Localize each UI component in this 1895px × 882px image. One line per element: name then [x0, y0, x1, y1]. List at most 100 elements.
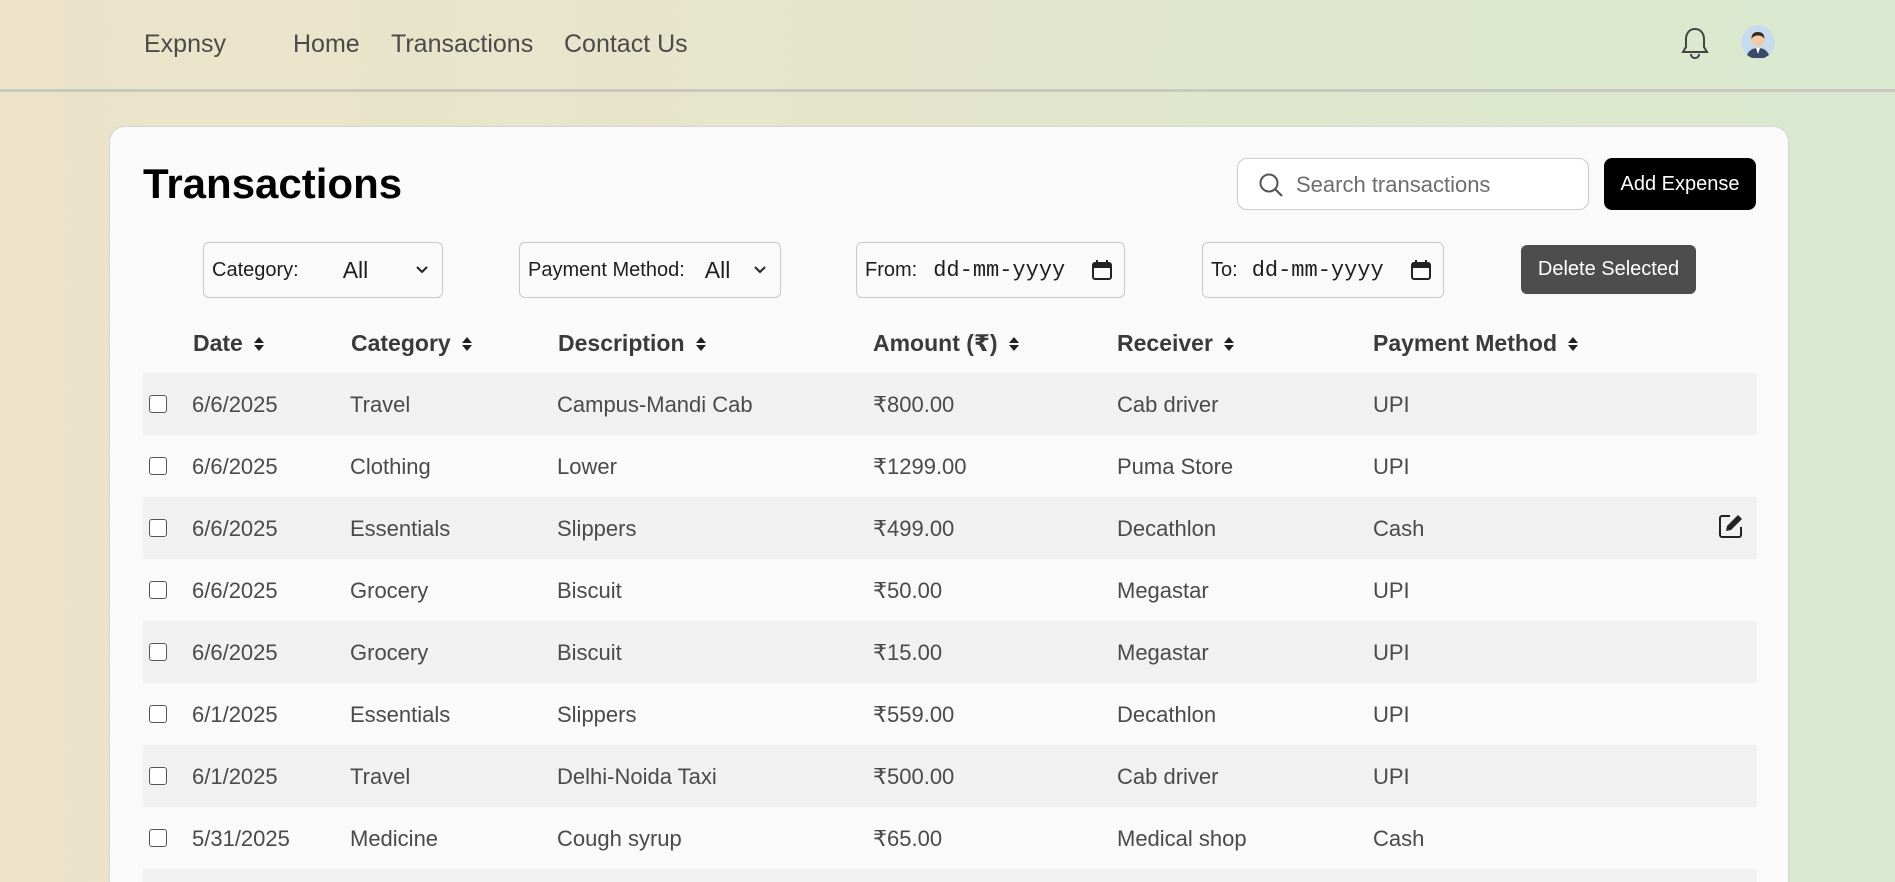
search-box[interactable] [1237, 158, 1589, 210]
column-header-payment-method[interactable]: Payment Method [1373, 330, 1579, 357]
transactions-card: Transactions Add Expense Category: All P… [109, 126, 1789, 882]
cell-date: 6/1/2025 [192, 764, 278, 789]
cell-category: Grocery [350, 578, 429, 603]
cell-payment-method: UPI [1373, 578, 1410, 603]
payment-filter-value: All [704, 256, 731, 283]
cell-payment-method: UPI [1373, 392, 1410, 417]
column-header-receiver-label: Receiver [1117, 330, 1213, 356]
cell-date: 6/6/2025 [192, 392, 278, 417]
cell-description: Lower [557, 454, 617, 479]
nav-link-home[interactable]: Home [293, 30, 360, 59]
column-header-receiver[interactable]: Receiver [1117, 330, 1235, 357]
cell-category: Medicine [350, 826, 439, 851]
cell-payment-method: UPI [1373, 702, 1410, 727]
row-checkbox[interactable] [149, 643, 167, 661]
table-row[interactable] [143, 869, 1757, 882]
from-date-input[interactable]: dd-mm-yyyy [933, 258, 1065, 283]
row-checkbox[interactable] [149, 705, 167, 723]
cell-payment-method: UPI [1373, 640, 1410, 665]
payment-method-filter[interactable]: Payment Method: All [519, 242, 781, 298]
delete-selected-button[interactable]: Delete Selected [1521, 245, 1696, 294]
calendar-icon[interactable] [1091, 259, 1113, 281]
row-checkbox[interactable] [149, 581, 167, 599]
edit-icon[interactable] [1717, 512, 1745, 540]
cell-description: Slippers [557, 516, 637, 541]
cell-description: Cough syrup [557, 826, 682, 851]
column-header-payment-method-label: Payment Method [1373, 330, 1558, 356]
cell-category: Essentials [350, 516, 451, 541]
payment-filter-label: Payment Method: [528, 258, 685, 281]
cell-category: Clothing [350, 454, 431, 479]
cell-receiver: Puma Store [1117, 454, 1234, 479]
row-checkbox[interactable] [149, 395, 167, 413]
nav-link-transactions[interactable]: Transactions [391, 30, 533, 59]
cell-date: 6/1/2025 [192, 702, 278, 727]
cell-description: Delhi-Noida Taxi [557, 764, 717, 789]
search-icon [1259, 173, 1283, 197]
row-checkbox[interactable] [149, 457, 167, 475]
bell-icon[interactable] [1680, 26, 1710, 60]
table-row[interactable]: 6/6/2025 Grocery Biscuit ₹50.00 Megastar… [143, 559, 1757, 621]
cell-category: Grocery [350, 640, 429, 665]
cell-receiver: Cab driver [1117, 392, 1219, 417]
category-filter[interactable]: Category: All [203, 242, 443, 298]
to-date-filter[interactable]: To: dd-mm-yyyy [1202, 242, 1444, 298]
cell-description: Campus-Mandi Cab [557, 392, 753, 417]
page-title: Transactions [143, 160, 403, 207]
sort-icon [253, 336, 264, 351]
cell-date: 5/31/2025 [192, 826, 290, 851]
cell-amount: ₹1299.00 [873, 454, 967, 479]
calendar-icon[interactable] [1410, 259, 1432, 281]
table-row[interactable]: 6/6/2025 Grocery Biscuit ₹15.00 Megastar… [143, 621, 1757, 683]
cell-receiver: Cab driver [1117, 764, 1219, 789]
cell-date: 6/6/2025 [192, 516, 278, 541]
row-checkbox[interactable] [149, 519, 167, 537]
from-date-filter[interactable]: From: dd-mm-yyyy [856, 242, 1125, 298]
cell-receiver: Megastar [1117, 640, 1209, 665]
cell-amount: ₹800.00 [873, 392, 955, 417]
cell-category: Travel [350, 392, 411, 417]
sort-icon [1223, 336, 1234, 351]
table-row[interactable]: 6/6/2025 Travel Campus-Mandi Cab ₹800.00… [143, 373, 1757, 435]
cell-date: 6/6/2025 [192, 578, 278, 603]
cell-description: Biscuit [557, 578, 622, 603]
cell-date: 6/6/2025 [192, 640, 278, 665]
table-row[interactable]: 5/31/2025 Medicine Cough syrup ₹65.00 Me… [143, 807, 1757, 869]
add-expense-button[interactable]: Add Expense [1604, 158, 1756, 210]
user-avatar[interactable] [1741, 25, 1775, 59]
sort-icon [1568, 336, 1579, 351]
brand-logo[interactable]: Expnsy [144, 30, 226, 59]
cell-category: Essentials [350, 702, 451, 727]
table-row[interactable]: 6/6/2025 Clothing Lower ₹1299.00 Puma St… [143, 435, 1757, 497]
table-row[interactable]: 6/6/2025 Essentials Slippers ₹499.00 Dec… [143, 497, 1757, 559]
category-filter-label: Category: [212, 258, 299, 281]
chevron-down-icon [754, 266, 766, 274]
cell-receiver: Decathlon [1117, 516, 1217, 541]
column-header-description[interactable]: Description [558, 330, 707, 357]
category-filter-value: All [342, 256, 369, 283]
cell-receiver: Megastar [1117, 578, 1209, 603]
column-header-amount-label: Amount (₹) [873, 330, 998, 356]
table-row[interactable]: 6/1/2025 Essentials Slippers ₹559.00 Dec… [143, 683, 1757, 745]
cell-description: Slippers [557, 702, 637, 727]
cell-receiver: Medical shop [1117, 826, 1247, 851]
cell-payment-method: UPI [1373, 764, 1410, 789]
column-header-date[interactable]: Date [193, 330, 265, 357]
column-header-category-label: Category [351, 330, 451, 356]
sort-icon [461, 336, 472, 351]
row-checkbox[interactable] [149, 767, 167, 785]
search-input[interactable] [1296, 169, 1576, 201]
table-row[interactable]: 6/1/2025 Travel Delhi-Noida Taxi ₹500.00… [143, 745, 1757, 807]
row-checkbox[interactable] [149, 829, 167, 847]
column-header-amount[interactable]: Amount (₹) [873, 330, 1020, 357]
to-date-input[interactable]: dd-mm-yyyy [1252, 258, 1384, 283]
cell-amount: ₹50.00 [873, 578, 943, 603]
chevron-down-icon [416, 266, 428, 274]
cell-payment-method: Cash [1373, 826, 1425, 851]
to-date-label: To: [1211, 258, 1238, 281]
from-date-label: From: [865, 258, 918, 281]
cell-amount: ₹65.00 [873, 826, 943, 851]
column-header-category[interactable]: Category [351, 330, 473, 357]
nav-link-contact-us[interactable]: Contact Us [564, 30, 688, 59]
cell-amount: ₹15.00 [873, 640, 943, 665]
